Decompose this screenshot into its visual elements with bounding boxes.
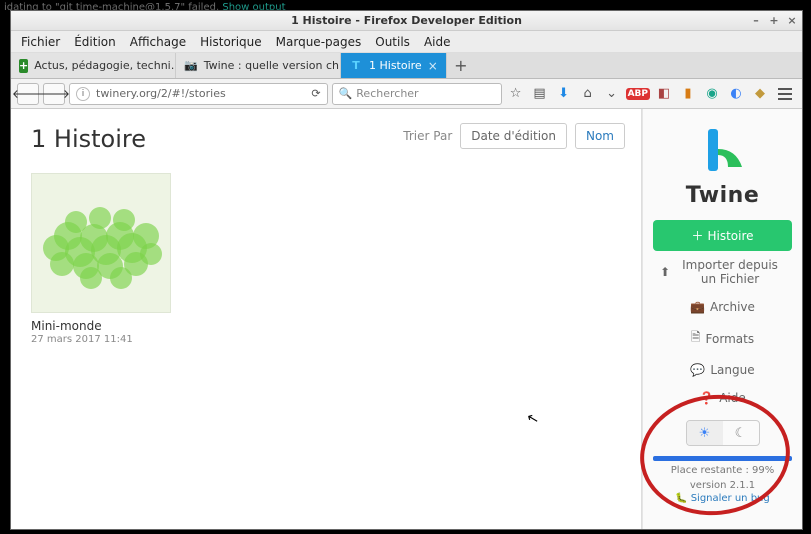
- file-icon: 🗎: [691, 328, 701, 349]
- speech-icon: 💬: [690, 363, 705, 377]
- reader-icon[interactable]: ▤: [530, 84, 550, 104]
- import-label: Importer depuis un Fichier: [675, 258, 785, 286]
- tab-close-icon[interactable]: ×: [428, 59, 438, 73]
- extension-icon-4[interactable]: ◆: [750, 84, 770, 104]
- bug-label: Signaler un bug: [691, 493, 770, 504]
- sort-by-name[interactable]: Nom: [575, 123, 625, 149]
- downloads-icon[interactable]: ⬇: [554, 84, 574, 104]
- upload-icon: ⬆: [660, 265, 670, 279]
- extension-icon-2[interactable]: ▮: [678, 84, 698, 104]
- favicon-camera-icon: 📷: [184, 59, 198, 73]
- window-buttons: – + ×: [750, 14, 798, 27]
- devtools-icon[interactable]: ◐: [726, 84, 746, 104]
- extension-icon-1[interactable]: ◧: [654, 84, 674, 104]
- version-text: version 2.1.1: [690, 480, 755, 491]
- menu-outils[interactable]: Outils: [375, 35, 410, 49]
- story-card[interactable]: Mini-monde 27 mars 2017 11:41 ⚙: [31, 173, 171, 345]
- theme-toggle: ☀ ☾: [686, 420, 760, 446]
- page-content: 1 Histoire Trier Par Date d'édition Nom: [11, 109, 802, 529]
- bookmark-star-icon[interactable]: ☆: [506, 84, 526, 104]
- sort-row: Trier Par Date d'édition Nom: [403, 123, 625, 149]
- menu-edition[interactable]: Édition: [74, 35, 116, 49]
- menubar: Fichier Édition Affichage Historique Mar…: [11, 31, 802, 53]
- window-close[interactable]: ×: [786, 14, 798, 27]
- favicon-plus-icon: +: [19, 59, 28, 73]
- forward-button[interactable]: 🡒: [43, 83, 65, 105]
- window-minimize[interactable]: –: [750, 14, 762, 27]
- theme-light-button[interactable]: ☀: [687, 421, 723, 445]
- story-thumbnail[interactable]: [31, 173, 171, 313]
- archive-label: Archive: [710, 300, 755, 314]
- adblock-icon[interactable]: ABP: [626, 88, 650, 100]
- extension-icon-3[interactable]: ◉: [702, 84, 722, 104]
- tab-label: Twine : quelle version ch…: [204, 59, 341, 72]
- pocket-icon[interactable]: ⌄: [602, 84, 622, 104]
- main-area: 1 Histoire Trier Par Date d'édition Nom: [11, 109, 642, 529]
- url-bar[interactable]: i twinery.org/2/#!/stories ⟳: [69, 83, 328, 105]
- storage-quota-bar: [653, 456, 792, 461]
- sort-label: Trier Par: [403, 129, 452, 143]
- reload-icon[interactable]: ⟳: [311, 87, 320, 100]
- story-title: Mini-monde: [31, 319, 171, 333]
- question-icon: ❓: [699, 391, 714, 405]
- theme-dark-button[interactable]: ☾: [723, 421, 759, 445]
- menu-fichier[interactable]: Fichier: [21, 35, 60, 49]
- formats-label: Formats: [706, 332, 755, 346]
- nav-toolbar: 🡐 🡒 i twinery.org/2/#!/stories ⟳ 🔍 Reche…: [11, 79, 802, 109]
- back-button[interactable]: 🡐: [17, 83, 39, 105]
- tab-histoire[interactable]: T 1 Histoire ×: [341, 53, 447, 78]
- brand-name: Twine: [686, 183, 760, 208]
- new-story-label: Histoire: [707, 229, 753, 243]
- import-link[interactable]: ⬆ Importer depuis un Fichier: [653, 251, 792, 293]
- site-info-icon[interactable]: i: [76, 87, 90, 101]
- story-date: 27 mars 2017 11:41: [31, 334, 171, 345]
- plus-icon: ＋: [691, 227, 703, 244]
- formats-link[interactable]: 🗎 Formats: [653, 321, 792, 356]
- sort-by-date[interactable]: Date d'édition: [460, 123, 567, 149]
- help-link[interactable]: ❓ Aide: [653, 384, 792, 412]
- tab-actus[interactable]: + Actus, pédagogie, techni… ×: [11, 53, 176, 78]
- favicon-twine-icon: T: [349, 59, 363, 73]
- titlebar: 1 Histoire - Firefox Developer Edition –…: [11, 11, 802, 31]
- archive-link[interactable]: 💼 Archive: [653, 293, 792, 321]
- browser-window: 1 Histoire - Firefox Developer Edition –…: [10, 10, 803, 530]
- language-label: Langue: [710, 363, 754, 377]
- url-text: twinery.org/2/#!/stories: [96, 87, 226, 100]
- briefcase-icon: 💼: [690, 300, 705, 314]
- menu-marquepages[interactable]: Marque-pages: [276, 35, 362, 49]
- window-maximize[interactable]: +: [768, 14, 780, 27]
- window-title: 1 Histoire - Firefox Developer Edition: [11, 14, 802, 27]
- report-bug-link[interactable]: 🐛 Signaler un bug: [675, 493, 770, 504]
- tab-label: 1 Histoire: [369, 59, 422, 72]
- menu-hamburger-icon[interactable]: [774, 88, 796, 100]
- search-icon: 🔍: [339, 87, 353, 100]
- menu-aide[interactable]: Aide: [424, 35, 451, 49]
- mouse-cursor-icon: ↖: [525, 410, 540, 428]
- twine-logo-icon: [698, 125, 748, 175]
- tab-twine-article[interactable]: 📷 Twine : quelle version ch… ×: [176, 53, 341, 78]
- sidebar: Twine ＋ Histoire ⬆ Importer depuis un Fi…: [642, 109, 802, 529]
- story-graph-icon: [36, 188, 166, 298]
- home-icon[interactable]: ⌂: [578, 84, 598, 104]
- help-label: Aide: [719, 391, 746, 405]
- menu-affichage[interactable]: Affichage: [130, 35, 186, 49]
- menu-historique[interactable]: Historique: [200, 35, 262, 49]
- tab-label: Actus, pédagogie, techni…: [34, 59, 176, 72]
- storage-quota-text: Place restante : 99%: [671, 465, 774, 476]
- tabbar: + Actus, pédagogie, techni… × 📷 Twine : …: [11, 53, 802, 79]
- new-story-button[interactable]: ＋ Histoire: [653, 220, 792, 251]
- search-bar[interactable]: 🔍 Rechercher: [332, 83, 502, 105]
- new-tab-button[interactable]: +: [447, 53, 475, 78]
- language-link[interactable]: 💬 Langue: [653, 356, 792, 384]
- bug-icon: 🐛: [675, 493, 687, 504]
- search-placeholder: Rechercher: [356, 87, 418, 100]
